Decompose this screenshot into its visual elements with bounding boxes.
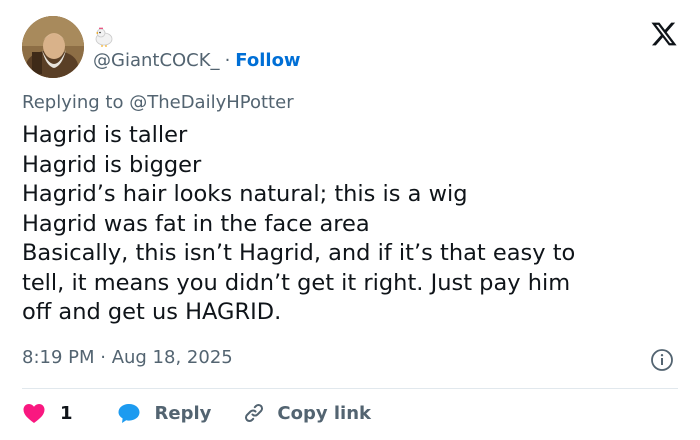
tweet-line: Hagrid is bigger: [22, 151, 202, 178]
tweet-line: Hagrid’s hair looks natural; this is a w…: [22, 181, 468, 207]
like-button[interactable]: 1: [22, 402, 73, 424]
tweet-timestamp[interactable]: 8:19 PM · Aug 18, 2025: [22, 347, 233, 368]
replying-prefix: Replying to: [22, 92, 124, 113]
tweet-line: off and get us HAGRID.: [22, 299, 282, 325]
display-name[interactable]: [93, 22, 115, 50]
tweet-line: Hagrid is taller: [22, 122, 188, 148]
x-logo-icon[interactable]: [650, 20, 678, 48]
copy-link-button[interactable]: Copy link: [241, 401, 371, 425]
reply-mention-link[interactable]: @TheDailyHPotter: [129, 92, 293, 113]
tweet-line: tell, it means you didn’t get it right. …: [22, 269, 571, 296]
chicken-icon: [93, 25, 115, 47]
like-count: 1: [60, 402, 73, 424]
tweet-line: Basically, this isn’t Hagrid, and if it’…: [22, 240, 576, 266]
tweet-card: @GiantCOCK_ · Follow Replying to @TheDai…: [0, 0, 700, 440]
handle-line: @GiantCOCK_ · Follow: [93, 48, 301, 72]
speech-bubble-icon: [118, 404, 140, 423]
avatar[interactable]: [22, 16, 84, 78]
avatar-image: [22, 16, 84, 78]
replying-to: Replying to @TheDailyHPotter: [22, 92, 294, 113]
link-icon: [245, 403, 264, 423]
reply-button[interactable]: Reply: [117, 402, 212, 424]
follow-button[interactable]: Follow: [235, 50, 300, 71]
user-handle[interactable]: @GiantCOCK_: [93, 50, 220, 71]
divider: [22, 388, 678, 389]
heart-icon: [23, 404, 45, 423]
copy-link-label: Copy link: [277, 402, 371, 424]
tweet-line: Hagrid was fat in the face area: [22, 210, 370, 237]
tweet-text: Hagrid is taller Hagrid is bigger Hagrid…: [22, 121, 682, 328]
reply-label: Reply: [154, 402, 212, 424]
separator-dot: ·: [224, 49, 231, 71]
info-icon[interactable]: [650, 348, 674, 372]
action-bar: 1 Reply Copy link: [22, 398, 371, 428]
